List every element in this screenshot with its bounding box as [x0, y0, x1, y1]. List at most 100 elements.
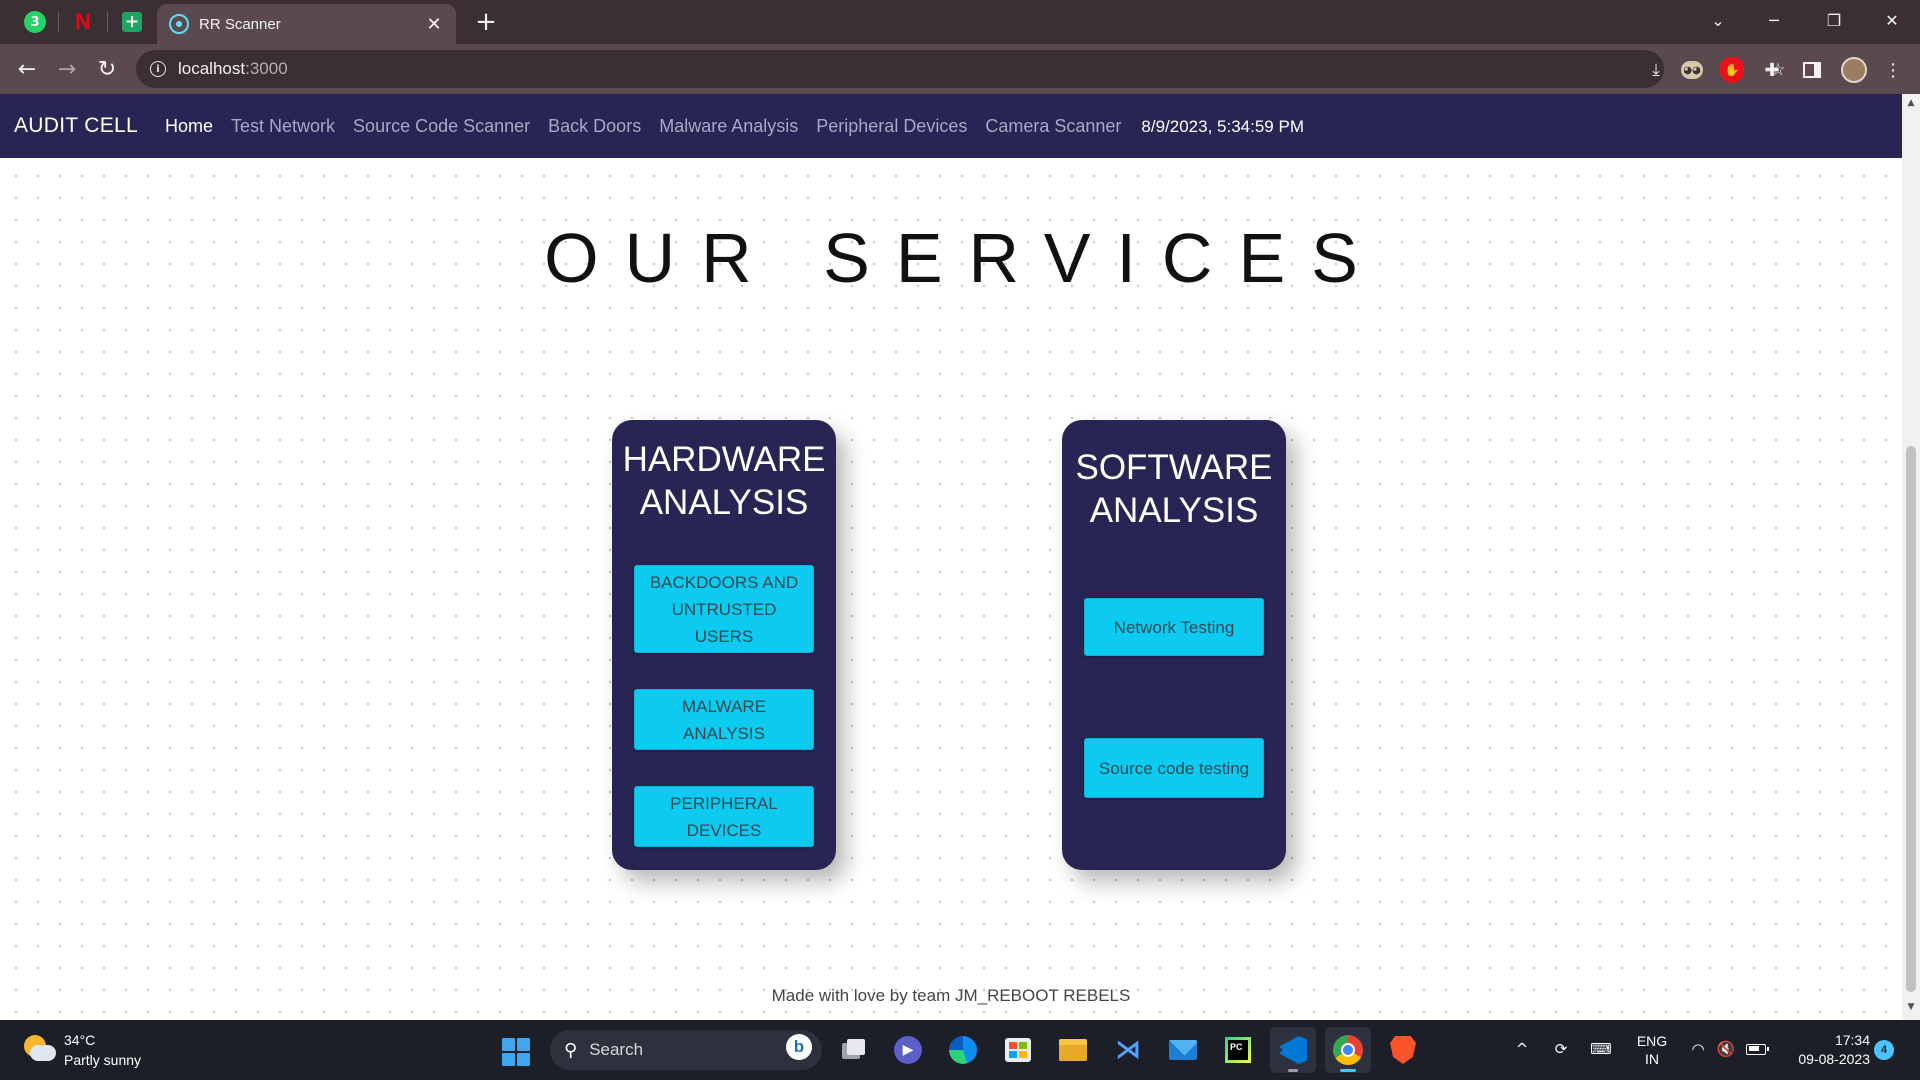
- nav-link-home[interactable]: Home: [165, 116, 213, 137]
- microsoft-store-icon: [1005, 1038, 1031, 1062]
- reload-button[interactable]: ↻: [91, 53, 123, 85]
- teams-meet-icon: ▶: [894, 1036, 922, 1064]
- edge-icon: [949, 1036, 977, 1064]
- region-code: IN: [1645, 1051, 1659, 1067]
- url-host: localhost: [178, 59, 246, 78]
- brave-button[interactable]: [1385, 1032, 1421, 1068]
- edge-button[interactable]: [945, 1032, 981, 1068]
- visual-studio-button[interactable]: ⋊: [1110, 1032, 1146, 1068]
- pycharm-button[interactable]: PC: [1220, 1032, 1256, 1068]
- input-language[interactable]: ENG IN: [1630, 1032, 1674, 1068]
- page-scrollbar[interactable]: ▲ ▼: [1902, 94, 1920, 1020]
- taskbar-search[interactable]: ⚲ Search: [550, 1030, 822, 1070]
- tab-separator: [107, 12, 108, 32]
- card-title: HARDWARE ANALYSIS: [622, 440, 826, 522]
- malware-analysis-button[interactable]: MALWARE ANALYSIS: [634, 689, 814, 750]
- card-title: SOFTWARE ANALYSIS: [1075, 448, 1273, 530]
- teams-meet-button[interactable]: ▶: [890, 1032, 926, 1068]
- pinned-tab-sheets[interactable]: +: [113, 6, 151, 38]
- mail-button[interactable]: [1165, 1032, 1201, 1068]
- extensions-puzzle-icon[interactable]: ✚: [1759, 57, 1785, 83]
- eyes-extension-icon[interactable]: ◕◕: [1679, 57, 1705, 83]
- side-panel-icon[interactable]: [1799, 57, 1825, 83]
- tab-rr-scanner[interactable]: RR Scanner ✕: [157, 4, 456, 44]
- restore-button[interactable]: ❐: [1806, 0, 1862, 40]
- pinned-tab-netflix[interactable]: N: [64, 6, 102, 38]
- new-tab-button[interactable]: +: [470, 6, 502, 38]
- chevron-up-icon[interactable]: ^: [1510, 1036, 1534, 1062]
- store-button[interactable]: [1000, 1032, 1036, 1068]
- wifi-icon[interactable]: ◠: [1686, 1036, 1710, 1062]
- site-navbar: AUDIT CELL Home Test Network Source Code…: [0, 94, 1902, 158]
- vscode-button[interactable]: [1270, 1027, 1316, 1073]
- nav-link-test-network[interactable]: Test Network: [231, 116, 335, 137]
- navbar-datetime: 8/9/2023, 5:34:59 PM: [1141, 117, 1304, 136]
- sync-icon[interactable]: ⟳: [1548, 1036, 1574, 1062]
- search-icon: ⚲: [564, 1039, 578, 1061]
- backdoors-button[interactable]: BACKDOORS AND UNTRUSTED USERS: [634, 565, 814, 653]
- nav-link-malware-analysis[interactable]: Malware Analysis: [659, 116, 798, 137]
- battery-icon[interactable]: [1744, 1036, 1769, 1062]
- pinned-tab-whatsapp[interactable]: 3: [16, 6, 54, 38]
- page-viewport: AUDIT CELL Home Test Network Source Code…: [0, 94, 1902, 1020]
- scroll-down-arrow-icon[interactable]: ▼: [1902, 1002, 1920, 1016]
- page-title: OUR SERVICES: [544, 219, 1384, 297]
- bing-icon[interactable]: b: [786, 1034, 812, 1060]
- active-indicator: [1340, 1069, 1356, 1072]
- tab-title: RR Scanner: [199, 15, 281, 33]
- windows-taskbar: 34°C Partly sunny ⚲ Search b ▶ ⋊ PC ^ ⟳ …: [0, 1020, 1920, 1080]
- browser-toolbar: ← → ↻ i localhost :3000 ⤓ ⚲ ⇪ ☆ ◕◕ ✋ ✚ ⋮: [0, 44, 1920, 94]
- window-close-button[interactable]: ✕: [1864, 0, 1920, 40]
- brave-icon: [1390, 1036, 1416, 1064]
- vscode-icon: [1279, 1036, 1307, 1064]
- weather-temperature[interactable]: 34°C: [64, 1032, 95, 1048]
- nav-link-peripheral-devices[interactable]: Peripheral Devices: [816, 116, 967, 137]
- ublock-extension-icon[interactable]: ✋: [1719, 57, 1745, 83]
- netflix-icon: N: [75, 9, 91, 34]
- network-testing-button[interactable]: Network Testing: [1084, 598, 1264, 656]
- nav-link-source-code-scanner[interactable]: Source Code Scanner: [353, 116, 530, 137]
- software-analysis-card: SOFTWARE ANALYSIS Network Testing Source…: [1062, 420, 1286, 870]
- peripheral-devices-button[interactable]: PERIPHERAL DEVICES: [634, 786, 814, 847]
- nav-link-camera-scanner[interactable]: Camera Scanner: [985, 116, 1121, 137]
- clock-time[interactable]: 17:34: [1776, 1032, 1870, 1048]
- nav-link-back-doors[interactable]: Back Doors: [548, 116, 641, 137]
- brand-logo[interactable]: AUDIT CELL: [14, 114, 138, 138]
- tab-separator: [58, 12, 59, 32]
- forward-button[interactable]: →: [51, 53, 83, 85]
- close-icon[interactable]: ✕: [424, 14, 444, 35]
- weather-condition[interactable]: Partly sunny: [64, 1052, 141, 1068]
- notification-count-badge[interactable]: 4: [1874, 1040, 1894, 1060]
- scroll-up-arrow-icon[interactable]: ▲: [1902, 98, 1920, 112]
- volume-muted-icon[interactable]: 🔇: [1714, 1036, 1738, 1062]
- windows-start-button[interactable]: [502, 1038, 530, 1066]
- chrome-icon: [1333, 1035, 1363, 1065]
- task-view-icon: [842, 1039, 866, 1061]
- site-info-icon[interactable]: i: [150, 61, 166, 77]
- folder-icon: [1059, 1039, 1087, 1061]
- task-view-button[interactable]: [836, 1032, 872, 1068]
- running-indicator: [1288, 1069, 1298, 1072]
- tab-search-button[interactable]: ⌄: [1690, 0, 1746, 40]
- search-label: Search: [589, 1040, 644, 1059]
- source-code-testing-button[interactable]: Source code testing: [1084, 738, 1264, 798]
- address-bar[interactable]: i localhost :3000 ⤓ ⚲ ⇪ ☆: [136, 50, 1786, 88]
- pycharm-icon: PC: [1225, 1037, 1251, 1063]
- clock-date[interactable]: 09-08-2023: [1776, 1051, 1870, 1067]
- mail-icon: [1169, 1040, 1197, 1060]
- file-explorer-button[interactable]: [1055, 1032, 1091, 1068]
- kebab-menu-icon[interactable]: ⋮: [1880, 57, 1906, 83]
- browser-tab-strip: 3 N + RR Scanner ✕ + ⌄ ─ ❐ ✕: [0, 0, 1920, 44]
- weather-partly-sunny-icon[interactable]: [22, 1033, 56, 1063]
- chrome-button[interactable]: [1325, 1027, 1371, 1073]
- back-button[interactable]: ←: [11, 53, 43, 85]
- minimize-button[interactable]: ─: [1746, 0, 1802, 40]
- whatsapp-icon: 3: [24, 11, 46, 33]
- profile-avatar[interactable]: [1841, 57, 1867, 83]
- keyboard-icon[interactable]: ⌨: [1588, 1036, 1614, 1062]
- visual-studio-icon: ⋊: [1115, 1035, 1141, 1065]
- install-app-icon[interactable]: ⤓: [1645, 59, 1667, 81]
- scrollbar-thumb[interactable]: [1906, 446, 1916, 992]
- url-port: :3000: [245, 59, 288, 78]
- language-code: ENG: [1636, 1033, 1668, 1049]
